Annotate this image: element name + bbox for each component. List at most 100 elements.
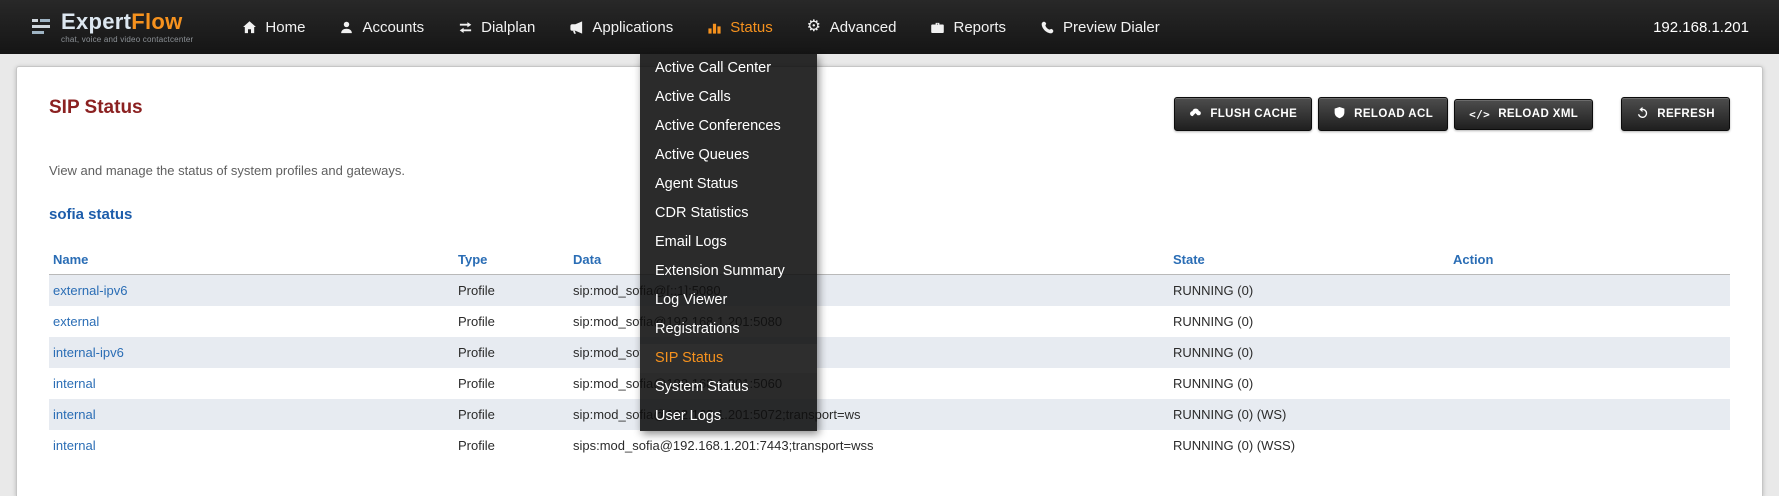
data-cell: sips:mod_sofia@192.168.1.201:7443;transp… — [569, 430, 1169, 461]
phone-icon — [1039, 19, 1055, 35]
menu-item-extension-summary[interactable]: Extension Summary — [640, 257, 817, 286]
refresh-button[interactable]: REFRESH — [1621, 97, 1730, 131]
nav-item-accounts[interactable]: Accounts — [338, 19, 424, 36]
type-cell: Profile — [454, 306, 569, 337]
action-cell — [1449, 275, 1730, 307]
column-header-name[interactable]: Name — [49, 245, 454, 275]
column-header-action[interactable]: Action — [1449, 245, 1730, 275]
profile-name-cell: internal — [49, 368, 454, 399]
refresh-label: REFRESH — [1657, 108, 1715, 120]
nav-item-home[interactable]: Home — [241, 19, 305, 36]
nav-item-preview-dialer[interactable]: Preview Dialer — [1039, 19, 1160, 36]
reload-acl-button[interactable]: RELOAD ACL — [1318, 97, 1448, 131]
profile-link[interactable]: internal — [53, 407, 96, 422]
menu-item-sip-status[interactable]: SIP Status — [640, 344, 817, 373]
state-cell: RUNNING (0) — [1169, 337, 1449, 368]
megaphone-icon — [568, 19, 584, 35]
menu-item-cdr-statistics[interactable]: CDR Statistics — [640, 199, 817, 228]
menu-item-active-queues[interactable]: Active Queues — [640, 141, 817, 170]
menu-item-active-call-center[interactable]: Active Call Center — [640, 54, 817, 83]
type-cell: Profile — [454, 430, 569, 461]
nav-item-label: Status — [730, 19, 773, 36]
toolbar: FLUSH CACHE RELOAD ACL </> RELOAD XML RE… — [1174, 97, 1730, 131]
reload-xml-button[interactable]: </> RELOAD XML — [1454, 99, 1593, 130]
profile-name-cell: internal — [49, 399, 454, 430]
nav-item-label: Preview Dialer — [1063, 19, 1160, 36]
action-cell — [1449, 368, 1730, 399]
brand-tagline: chat, voice and video contactcenter — [61, 36, 193, 44]
table-row: internal Profile sip:mod_sofia@192.168.1… — [49, 368, 1730, 399]
menu-item-system-status[interactable]: System Status — [640, 373, 817, 402]
nav-item-status[interactable]: Status — [706, 19, 773, 36]
reload-acl-label: RELOAD ACL — [1354, 108, 1433, 120]
profile-link[interactable]: internal — [53, 376, 96, 391]
home-icon — [241, 19, 257, 35]
profile-name-cell: internal-ipv6 — [49, 337, 454, 368]
brand-name-primary: Expert — [61, 9, 131, 34]
menu-item-log-viewer[interactable]: Log Viewer — [640, 286, 817, 315]
type-cell: Profile — [454, 275, 569, 307]
main-nav: Home Accounts Dialplan Applications Stat… — [241, 19, 1159, 36]
table-row: internal-ipv6 Profile sip:mod_sofia@[::1… — [49, 337, 1730, 368]
flush-cache-label: FLUSH CACHE — [1210, 108, 1297, 120]
brand-logo[interactable]: ExpertFlow chat, voice and video contact… — [30, 11, 193, 44]
page-description: View and manage the status of system pro… — [49, 163, 1730, 178]
flush-cache-button[interactable]: FLUSH CACHE — [1174, 97, 1312, 131]
briefcase-icon — [929, 19, 945, 35]
nav-item-label: Advanced — [830, 19, 897, 36]
refresh-icon — [1636, 106, 1649, 122]
profile-name-cell: external — [49, 306, 454, 337]
user-icon — [338, 19, 354, 35]
profile-name-cell: external-ipv6 — [49, 275, 454, 307]
menu-item-active-conferences[interactable]: Active Conferences — [640, 112, 817, 141]
profile-link[interactable]: internal — [53, 438, 96, 453]
menu-item-active-calls[interactable]: Active Calls — [640, 83, 817, 112]
reload-xml-label: RELOAD XML — [1498, 108, 1578, 120]
brand-name: ExpertFlow — [61, 11, 193, 33]
table-row: internal Profile sips:mod_sofia@192.168.… — [49, 430, 1730, 461]
nav-item-reports[interactable]: Reports — [929, 19, 1006, 36]
nav-item-label: Reports — [953, 19, 1006, 36]
page-title: SIP Status — [49, 97, 143, 119]
card-header: SIP Status FLUSH CACHE RELOAD ACL </> RE… — [49, 97, 1730, 131]
code-icon: </> — [1469, 108, 1490, 121]
menu-item-email-logs[interactable]: Email Logs — [640, 228, 817, 257]
bar-chart-icon — [706, 19, 722, 35]
profile-link[interactable]: internal-ipv6 — [53, 345, 124, 360]
top-navbar: ExpertFlow chat, voice and video contact… — [0, 0, 1779, 54]
flush-cache-icon — [1189, 106, 1202, 122]
brand-icon — [30, 16, 52, 38]
nav-item-label: Accounts — [362, 19, 424, 36]
table-row: external-ipv6 Profile sip:mod_sofia@[::1… — [49, 275, 1730, 307]
profile-link[interactable]: external-ipv6 — [53, 283, 127, 298]
column-header-state[interactable]: State — [1169, 245, 1449, 275]
nav-item-applications[interactable]: Applications — [568, 19, 673, 36]
status-dropdown-menu: Active Call Center Active Calls Active C… — [640, 54, 817, 431]
server-ip: 192.168.1.201 — [1653, 19, 1749, 36]
shield-icon — [1333, 106, 1346, 122]
action-cell — [1449, 430, 1730, 461]
nav-item-label: Applications — [592, 19, 673, 36]
table-header-row: Name Type Data State Action — [49, 245, 1730, 275]
column-header-type[interactable]: Type — [454, 245, 569, 275]
action-cell — [1449, 337, 1730, 368]
nav-item-advanced[interactable]: ⚙ Advanced — [806, 19, 897, 36]
content-card: SIP Status FLUSH CACHE RELOAD ACL </> RE… — [16, 66, 1763, 496]
profile-link[interactable]: external — [53, 314, 99, 329]
menu-item-user-logs[interactable]: User Logs — [640, 402, 817, 431]
state-cell: RUNNING (0) (WS) — [1169, 399, 1449, 430]
gear-icon: ⚙ — [806, 19, 822, 35]
nav-item-dialplan[interactable]: Dialplan — [457, 19, 535, 36]
type-cell: Profile — [454, 399, 569, 430]
state-cell: RUNNING (0) (WSS) — [1169, 430, 1449, 461]
table-row: external Profile sip:mod_sofia@192.168.1… — [49, 306, 1730, 337]
state-cell: RUNNING (0) — [1169, 306, 1449, 337]
section-heading: sofia status — [49, 206, 1730, 223]
brand-name-secondary: Flow — [131, 9, 182, 34]
menu-item-agent-status[interactable]: Agent Status — [640, 170, 817, 199]
state-cell: RUNNING (0) — [1169, 275, 1449, 307]
menu-item-registrations[interactable]: Registrations — [640, 315, 817, 344]
type-cell: Profile — [454, 337, 569, 368]
state-cell: RUNNING (0) — [1169, 368, 1449, 399]
nav-item-label: Home — [265, 19, 305, 36]
